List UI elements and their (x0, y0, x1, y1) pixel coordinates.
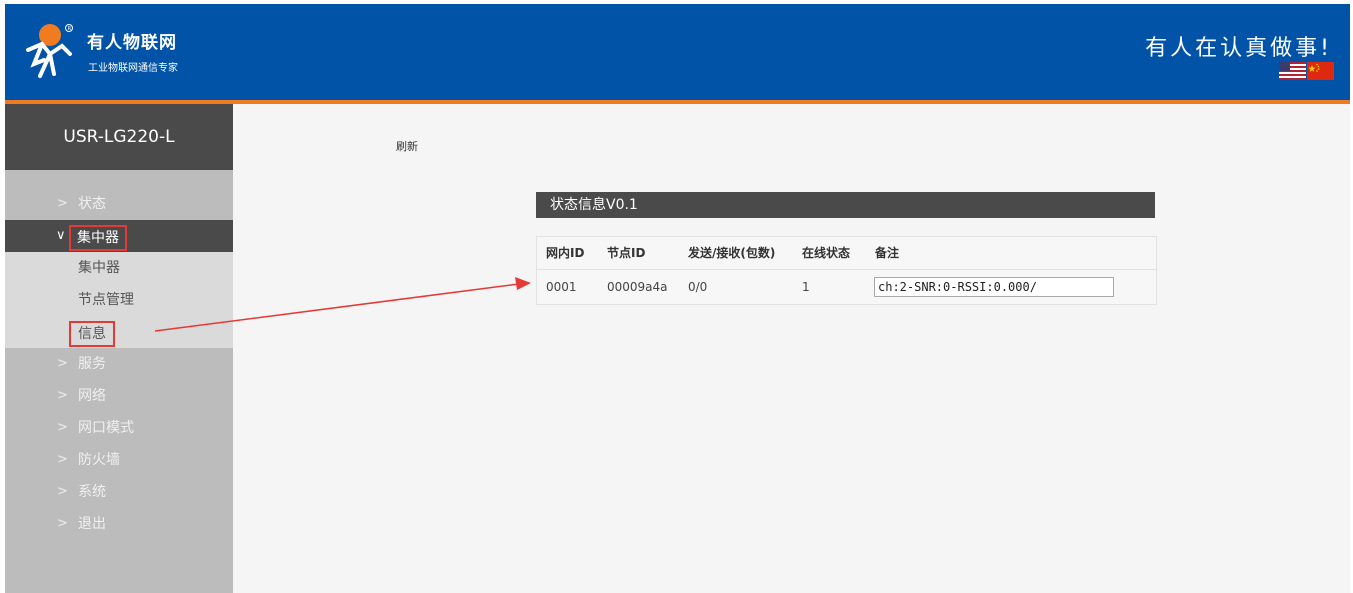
column-header: 发送/接收(包数) (688, 246, 776, 260)
submenu-item-concentrator[interactable]: 集中器 (5, 252, 233, 284)
status-panel: 状态信息V0.1 网内ID 节点ID 发送/接收(包数) 在线状态 备注 000… (536, 192, 1157, 305)
note-field[interactable] (874, 277, 1114, 297)
node-status-table: 网内ID 节点ID 发送/接收(包数) 在线状态 备注 0001 00009a4… (536, 236, 1157, 305)
top-header: R 有人物联网 工业物联网通信专家 有人在认真做事! (5, 4, 1350, 100)
sidebar-item-logout[interactable]: > 退出 (5, 508, 233, 540)
sidebar-item-system[interactable]: > 系统 (5, 476, 233, 508)
table-header: 网内ID 节点ID 发送/接收(包数) 在线状态 备注 (537, 237, 1156, 270)
brand-name: 有人物联网 (87, 33, 177, 53)
device-model: USR-LG220-L (5, 104, 233, 170)
sidebar-item-label: 系统 (78, 484, 106, 500)
chevron-right-icon: > (57, 356, 68, 371)
sidebar-item-label: 网络 (78, 388, 106, 404)
sidebar-item-firewall[interactable]: > 防火墙 (5, 444, 233, 476)
us-flag-icon[interactable] (1279, 62, 1306, 80)
submenu-item-info[interactable]: 信息 (5, 316, 233, 348)
brand-tagline: 工业物联网通信专家 (88, 63, 178, 74)
sidebar: USR-LG220-L > 状态 ∨ 集中器 集中器 节点管理 信息 > 服务 … (5, 104, 233, 593)
cell-net-id: 0001 (546, 280, 577, 294)
table-row: 0001 00009a4a 0/0 1 (537, 270, 1156, 304)
sidebar-item-status[interactable]: > 状态 (5, 188, 233, 220)
chevron-down-icon: ∨ (56, 228, 66, 243)
usr-logo-icon: R (26, 24, 73, 78)
svg-text:R: R (68, 26, 72, 32)
panel-title: 状态信息V0.1 (536, 192, 1155, 218)
sidebar-item-label: 集中器 (69, 225, 127, 251)
submenu-item-label: 集中器 (78, 260, 120, 276)
sidebar-item-concentrator[interactable]: ∨ 集中器 (5, 220, 233, 252)
submenu-item-label: 节点管理 (78, 292, 134, 308)
cell-tx-rx: 0/0 (688, 280, 708, 294)
sidebar-nav: > 状态 ∨ 集中器 集中器 节点管理 信息 > 服务 > 网络 > 网口模式 … (5, 188, 233, 540)
sidebar-item-label: 退出 (78, 516, 106, 532)
sidebar-item-label: 状态 (78, 196, 106, 212)
cell-node-id: 00009a4a (607, 280, 668, 294)
header-slogan: 有人在认真做事! (1145, 36, 1332, 61)
sidebar-item-label: 网口模式 (78, 420, 134, 436)
sidebar-item-port-mode[interactable]: > 网口模式 (5, 412, 233, 444)
refresh-button[interactable]: 刷新 (396, 138, 418, 154)
cell-online-status: 1 (802, 280, 810, 294)
submenu-item-label: 信息 (69, 321, 115, 347)
chevron-right-icon: > (57, 388, 68, 403)
sidebar-item-network[interactable]: > 网络 (5, 380, 233, 412)
concentrator-submenu: 集中器 节点管理 信息 (5, 252, 233, 348)
column-header: 备注 (875, 246, 900, 260)
submenu-item-node-management[interactable]: 节点管理 (5, 284, 233, 316)
chevron-right-icon: > (57, 516, 68, 531)
column-header: 节点ID (607, 246, 646, 260)
sidebar-item-label: 防火墙 (78, 452, 120, 468)
column-header: 在线状态 (802, 246, 851, 260)
cn-flag-icon[interactable] (1307, 62, 1334, 80)
chevron-right-icon: > (57, 196, 68, 211)
chevron-right-icon: > (57, 484, 68, 499)
chevron-right-icon: > (57, 452, 68, 467)
column-header: 网内ID (546, 246, 585, 260)
sidebar-item-services[interactable]: > 服务 (5, 348, 233, 380)
chevron-right-icon: > (57, 420, 68, 435)
page-frame: R 有人物联网 工业物联网通信专家 有人在认真做事! USR-LG220-L >… (5, 4, 1350, 593)
sidebar-item-label: 服务 (78, 356, 106, 372)
